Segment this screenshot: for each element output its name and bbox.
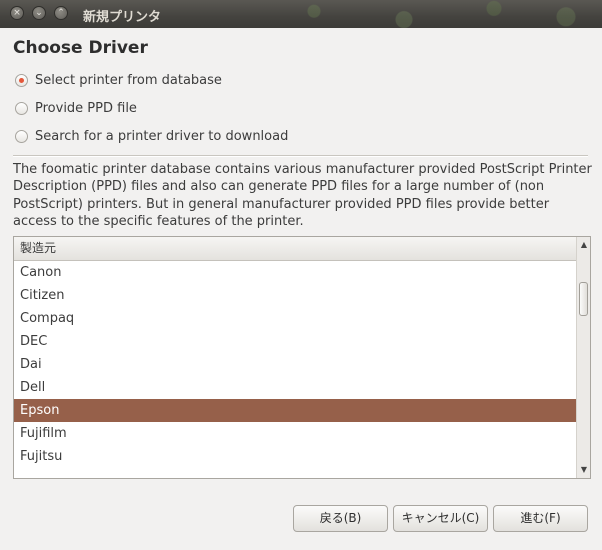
title-bar: × ⌄ ⌃ 新規プリンタ (0, 0, 602, 28)
description-text: The foomatic printer database contains v… (13, 162, 592, 229)
list-item[interactable]: Fujitsu (14, 445, 577, 468)
radio-search-driver[interactable] (15, 129, 28, 143)
option-provide-ppd[interactable]: Provide PPD file (15, 98, 137, 118)
manufacturer-rows: Canon Citizen Compaq DEC Dai Dell Epson … (14, 261, 577, 468)
back-button[interactable]: 戻る(B) (293, 505, 388, 532)
close-window-icon[interactable]: × (10, 6, 24, 20)
separator (13, 155, 588, 157)
list-item[interactable]: Dell (14, 376, 577, 399)
option-label: Search for a printer driver to download (35, 128, 289, 144)
scroll-down-icon[interactable]: ▼ (578, 464, 590, 476)
option-search-driver[interactable]: Search for a printer driver to download (15, 126, 288, 146)
option-label: Provide PPD file (35, 100, 137, 116)
list-item[interactable]: Citizen (14, 284, 577, 307)
title-bar-texture (242, 0, 602, 28)
column-header-manufacturer[interactable]: 製造元 (14, 237, 577, 261)
page-title: Choose Driver (13, 38, 148, 58)
list-item[interactable]: Canon (14, 261, 577, 284)
maximize-window-icon[interactable]: ⌃ (54, 6, 68, 20)
forward-button[interactable]: 進む(F) (493, 505, 588, 532)
cancel-button[interactable]: キャンセル(C) (393, 505, 488, 532)
list-item-selected[interactable]: Epson (14, 399, 577, 422)
list-item[interactable]: Compaq (14, 307, 577, 330)
list-item[interactable]: Dai (14, 353, 577, 376)
scroll-up-icon[interactable]: ▲ (578, 239, 590, 251)
radio-select-from-database[interactable] (15, 73, 28, 87)
list-item[interactable]: Fujifilm (14, 422, 577, 445)
option-select-from-database[interactable]: Select printer from database (15, 70, 222, 90)
manufacturer-list[interactable]: 製造元 Canon Citizen Compaq DEC Dai Dell Ep… (13, 236, 591, 479)
option-label: Select printer from database (35, 72, 222, 88)
minimize-window-icon[interactable]: ⌄ (32, 6, 46, 20)
radio-provide-ppd[interactable] (15, 101, 28, 115)
list-item[interactable]: DEC (14, 330, 577, 353)
vertical-scrollbar[interactable]: ▲ ▼ (576, 237, 590, 478)
window-title: 新規プリンタ (83, 10, 162, 25)
scrollbar-thumb[interactable] (579, 282, 588, 316)
